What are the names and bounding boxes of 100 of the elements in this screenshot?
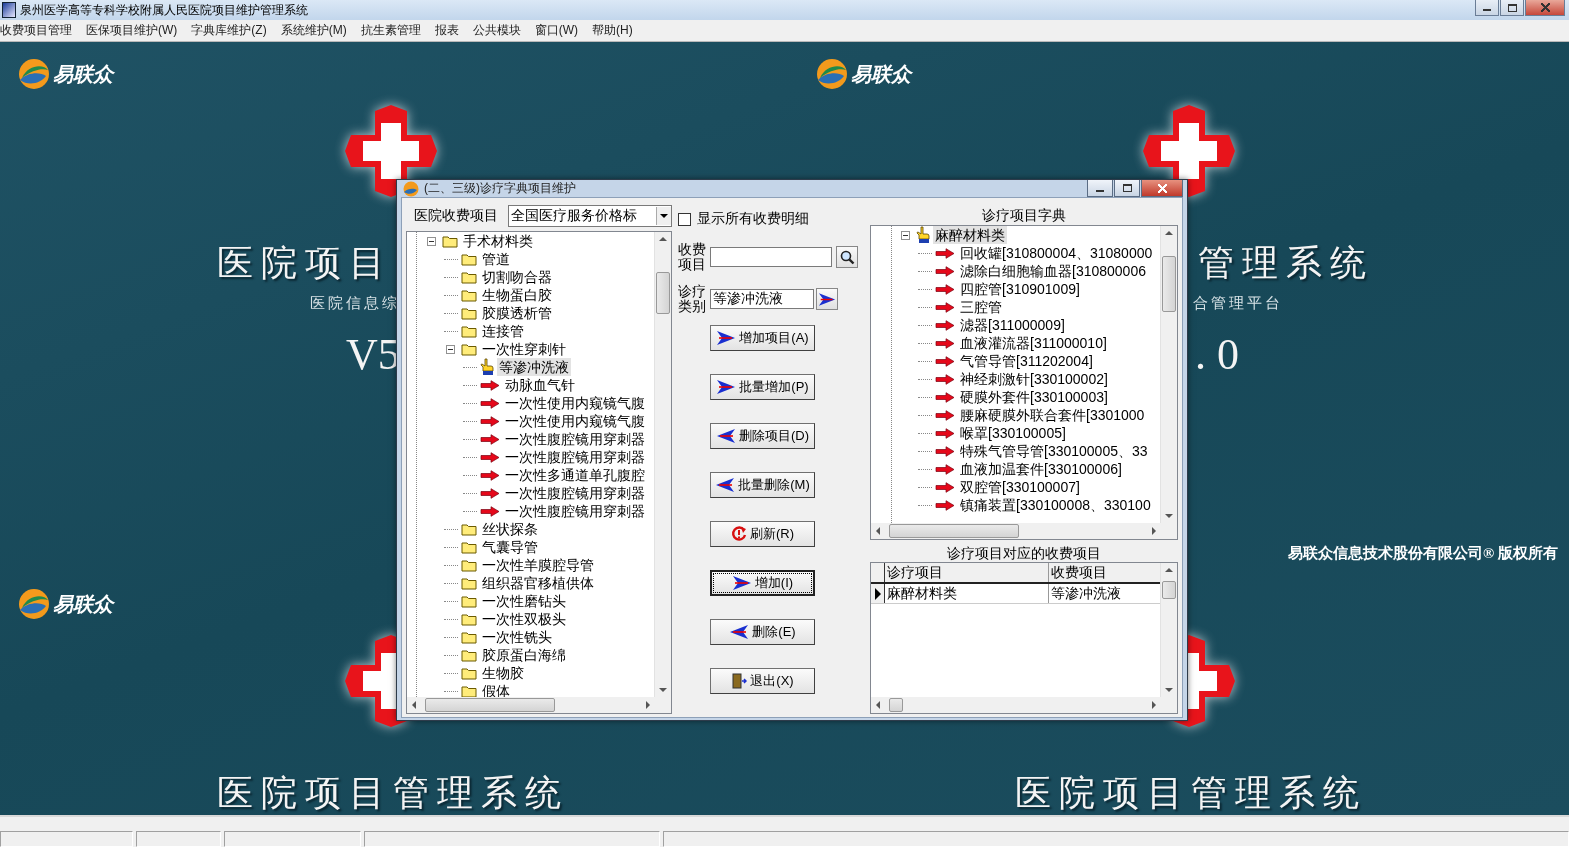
close-button[interactable] bbox=[1141, 180, 1183, 197]
action-button[interactable]: 批量删除(M) bbox=[710, 472, 815, 498]
tree-item[interactable]: 喉罩[330100005] bbox=[958, 424, 1068, 442]
menu-item[interactable]: 抗生素管理 bbox=[360, 22, 421, 39]
column-header[interactable]: 收费项目 bbox=[1049, 563, 1161, 582]
collapse-toggle[interactable] bbox=[427, 236, 436, 246]
menu-item[interactable]: 收费项目管理 bbox=[0, 22, 72, 39]
tree-item[interactable]: 硬膜外套件[330100003] bbox=[958, 388, 1110, 406]
logo-text: 易联众 bbox=[851, 61, 911, 87]
tree-item[interactable]: 一次性双极头 bbox=[480, 610, 568, 628]
folder-icon bbox=[461, 648, 477, 662]
arrow-button[interactable] bbox=[816, 288, 838, 310]
close-button[interactable] bbox=[1525, 0, 1565, 16]
tree-item[interactable]: 滤器[311000009] bbox=[958, 316, 1067, 334]
checkbox[interactable] bbox=[678, 212, 691, 226]
field-label: 诊疗类别 bbox=[678, 284, 707, 314]
arrow-right-icon bbox=[480, 433, 500, 445]
input-field[interactable]: 等渗冲洗液 bbox=[710, 289, 814, 309]
tree-item[interactable]: 特殊气管导管[330100005、33 bbox=[958, 442, 1150, 460]
folder-icon bbox=[461, 576, 477, 590]
action-button[interactable]: 增加项目(A) bbox=[710, 325, 815, 351]
tree-item[interactable]: 切割吻合器 bbox=[480, 268, 554, 286]
tree-item[interactable]: 丝状探条 bbox=[480, 520, 540, 538]
arrow-right-icon bbox=[935, 355, 955, 367]
arrow-right-icon bbox=[935, 337, 955, 349]
arrow-right-icon bbox=[480, 397, 500, 409]
menu-item[interactable]: 报表 bbox=[434, 22, 459, 39]
tree-item[interactable]: 腰麻硬膜外联合套件[3301000 bbox=[958, 406, 1147, 424]
action-button[interactable]: 批量增加(P) bbox=[710, 374, 815, 400]
source-label: 医院收费项目 bbox=[413, 207, 498, 225]
vertical-scrollbar[interactable] bbox=[1160, 226, 1177, 523]
menu-item[interactable]: 窗口(W) bbox=[534, 22, 578, 39]
menu-item[interactable]: 医保项目维护(W) bbox=[86, 22, 178, 39]
tree-item[interactable]: 血液加温套件[330100006] bbox=[958, 460, 1124, 478]
tree-item[interactable]: 一次性羊膜腔导管 bbox=[480, 556, 596, 574]
column-header[interactable]: 诊疗项目 bbox=[885, 563, 1049, 582]
tree-item[interactable]: 动脉血气针 bbox=[503, 376, 577, 394]
tree-item[interactable]: 假体 bbox=[480, 682, 512, 697]
tree-item[interactable]: 麻醉材料类 bbox=[933, 226, 1007, 244]
action-button[interactable]: 增加(I) bbox=[710, 570, 815, 596]
vertical-scrollbar[interactable] bbox=[654, 232, 671, 697]
input-field[interactable] bbox=[710, 247, 832, 267]
collapse-toggle[interactable] bbox=[446, 344, 455, 354]
arrow-right-icon bbox=[480, 487, 500, 499]
row-indicator[interactable] bbox=[871, 584, 885, 603]
menu-item[interactable]: 系统维护(M) bbox=[280, 22, 347, 39]
tree-item[interactable]: 三腔管 bbox=[958, 298, 1004, 316]
folder-icon bbox=[461, 522, 477, 536]
restore-button[interactable] bbox=[1500, 0, 1524, 16]
tree-item[interactable]: 一次性腹腔镜用穿刺器 bbox=[503, 430, 647, 448]
tree-item[interactable]: 双腔管[330100007] bbox=[958, 478, 1082, 496]
arrow-right-icon bbox=[935, 247, 955, 259]
tree-item[interactable]: 镇痛装置[330100008、330100 bbox=[958, 496, 1153, 514]
tree-item[interactable]: 一次性多通道单孔腹腔 bbox=[503, 466, 647, 484]
tree-item[interactable]: 一次性磨钻头 bbox=[480, 592, 568, 610]
collapse-toggle[interactable] bbox=[901, 230, 910, 240]
tree-item[interactable]: 手术材料类 bbox=[461, 232, 535, 250]
search-button[interactable] bbox=[836, 246, 858, 268]
tree-item[interactable]: 一次性腹腔镜用穿刺器 bbox=[503, 484, 647, 502]
tree-item[interactable]: 一次性穿刺针 bbox=[480, 340, 568, 358]
horizontal-scrollbar[interactable] bbox=[871, 697, 1177, 713]
tree-item[interactable]: 胶原蛋白海绵 bbox=[480, 646, 568, 664]
minimize-button[interactable] bbox=[1087, 180, 1113, 197]
tree-item[interactable]: 一次性使用内窥镜气腹 bbox=[503, 394, 647, 412]
arrow-right-icon bbox=[935, 409, 955, 421]
tree-item[interactable]: 气囊导管 bbox=[480, 538, 540, 556]
tree-item[interactable]: 滤除白细胞输血器[310800006 bbox=[958, 262, 1148, 280]
tree-item[interactable]: 血液灌流器[311000010] bbox=[958, 334, 1109, 352]
tree-item[interactable]: 回收罐[310800004、31080000 bbox=[958, 244, 1155, 262]
action-button[interactable]: 刷新(R) bbox=[710, 521, 815, 547]
tree-item[interactable]: 气管导管[311202004] bbox=[958, 352, 1095, 370]
menu-item[interactable]: 字典库维护(Z) bbox=[191, 22, 267, 39]
tree-item[interactable]: 四腔管[310901009] bbox=[958, 280, 1082, 298]
tree-item[interactable]: 一次性铣头 bbox=[480, 628, 554, 646]
tree-item[interactable]: 神经刺激针[330100002] bbox=[958, 370, 1110, 388]
minimize-button[interactable] bbox=[1475, 0, 1499, 16]
system-title: 医院项目管理系统 bbox=[217, 772, 569, 814]
logo-text: 易联众 bbox=[53, 591, 113, 617]
horizontal-scrollbar[interactable] bbox=[871, 523, 1177, 539]
tree-item[interactable]: 一次性腹腔镜用穿刺器 bbox=[503, 502, 647, 520]
action-button[interactable]: 删除项目(D) bbox=[710, 423, 815, 449]
maximize-button[interactable] bbox=[1114, 180, 1140, 197]
tree-item[interactable]: 等渗冲洗液 bbox=[497, 358, 571, 376]
horizontal-scrollbar[interactable] bbox=[407, 697, 671, 713]
action-button[interactable]: 退出(X) bbox=[710, 668, 815, 694]
tree-item[interactable]: 管道 bbox=[480, 250, 512, 268]
action-button[interactable]: 删除(E) bbox=[710, 619, 815, 645]
tree-item[interactable]: 胶膜透析管 bbox=[480, 304, 554, 322]
tree-item[interactable]: 一次性腹腔镜用穿刺器 bbox=[503, 448, 647, 466]
tree-item[interactable]: 连接管 bbox=[480, 322, 526, 340]
door-icon bbox=[731, 673, 748, 689]
folder-icon bbox=[461, 594, 477, 608]
source-dropdown[interactable]: 全国医疗服务价格标 bbox=[508, 205, 672, 227]
tree-item[interactable]: 组织器官移植供体 bbox=[480, 574, 596, 592]
tree-item[interactable]: 生物胶 bbox=[480, 664, 526, 682]
tree-item[interactable]: 一次性使用内窥镜气腹 bbox=[503, 412, 647, 430]
vertical-scrollbar[interactable] bbox=[1160, 563, 1177, 697]
tree-item[interactable]: 生物蛋白胶 bbox=[480, 286, 554, 304]
menu-item[interactable]: 公共模块 bbox=[472, 22, 521, 39]
menu-item[interactable]: 帮助(H) bbox=[592, 22, 633, 39]
